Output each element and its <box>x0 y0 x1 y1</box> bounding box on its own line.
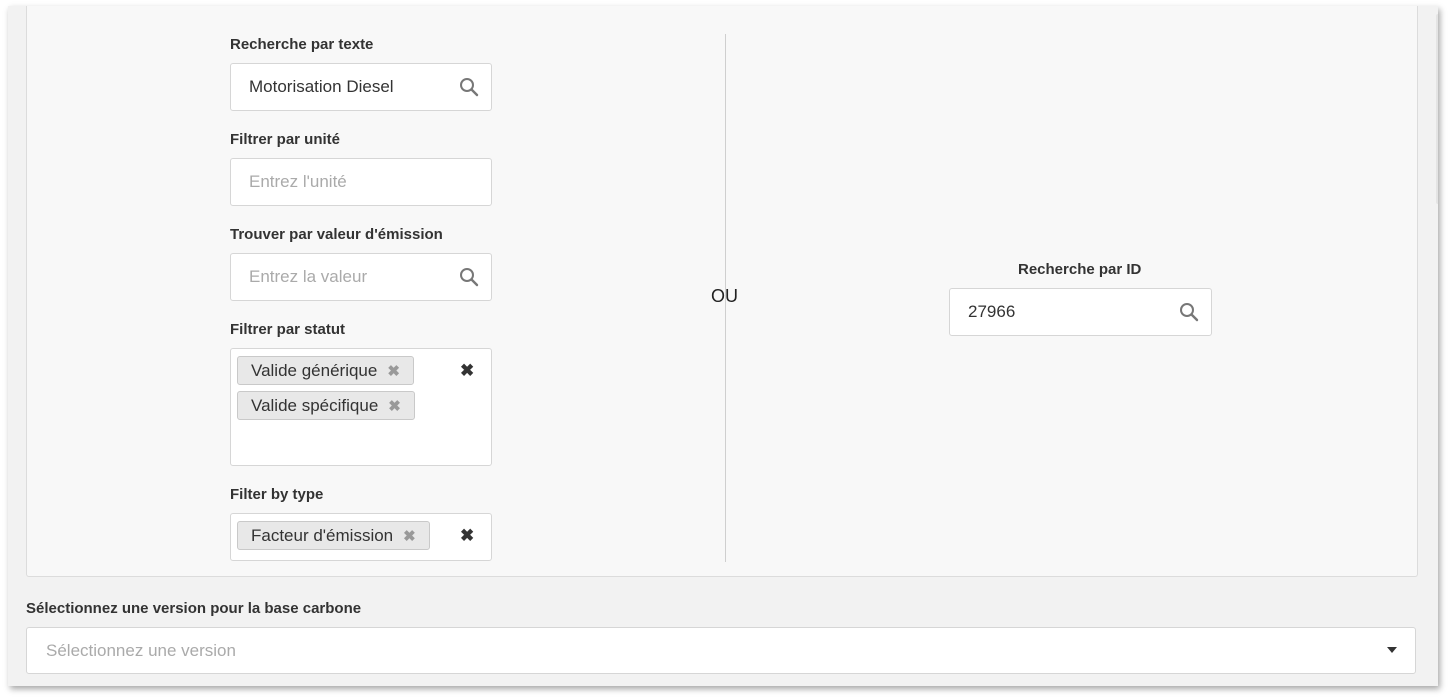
page-sheet: Recherche par texte Motorisation Diesel … <box>8 6 1438 686</box>
or-separator: OU <box>711 286 738 306</box>
text-search-value: Motorisation Diesel <box>249 77 394 96</box>
status-filter-label: Filtrer par statut <box>230 321 346 338</box>
remove-chip-icon[interactable]: ✖ <box>403 523 417 550</box>
unit-filter-placeholder: Entrez l'unité <box>249 172 347 191</box>
text-search-label: Recherche par texte <box>230 36 374 53</box>
version-select[interactable]: Sélectionnez une version <box>26 627 1416 674</box>
type-multiselect[interactable]: Facteur d'émission ✖ ✖ <box>230 513 492 561</box>
clear-icon[interactable]: ✖ <box>460 526 474 546</box>
status-chip-label: Valide générique <box>251 361 378 380</box>
remove-chip-icon[interactable]: ✖ <box>387 358 401 385</box>
type-chip-label: Facteur d'émission <box>251 526 394 545</box>
version-placeholder: Sélectionnez une version <box>46 641 236 660</box>
unit-filter-input[interactable]: Entrez l'unité <box>230 158 492 206</box>
status-chip-label: Valide spécifique <box>251 396 379 415</box>
caret-down-icon[interactable] <box>1387 647 1397 653</box>
search-panel: Recherche par texte Motorisation Diesel … <box>26 6 1418 577</box>
status-chip: Valide générique ✖ <box>237 356 415 385</box>
search-icon[interactable] <box>459 77 479 97</box>
scrollbar-thumb[interactable] <box>1436 14 1438 204</box>
type-chip: Facteur d'émission ✖ <box>237 521 431 550</box>
status-multiselect[interactable]: Valide générique ✖ Valide spécifique ✖ ✖ <box>230 348 492 466</box>
id-search-value: 27966 <box>968 302 1016 321</box>
text-search-input[interactable]: Motorisation Diesel <box>230 63 492 111</box>
unit-filter-label: Filtrer par unité <box>230 131 341 148</box>
id-search-label: Recherche par ID <box>1018 261 1142 278</box>
emission-value-input[interactable]: Entrez la valeur <box>230 253 492 301</box>
search-icon[interactable] <box>459 267 479 287</box>
remove-chip-icon[interactable]: ✖ <box>388 393 402 420</box>
emission-value-placeholder: Entrez la valeur <box>249 267 368 286</box>
type-filter-label: Filter by type <box>230 486 324 503</box>
clear-icon[interactable]: ✖ <box>460 361 474 381</box>
version-label: Sélectionnez une version pour la base ca… <box>26 600 362 617</box>
id-search-input[interactable]: 27966 <box>949 288 1212 336</box>
search-icon[interactable] <box>1179 302 1199 322</box>
status-chip: Valide spécifique ✖ <box>237 391 416 420</box>
emission-value-label: Trouver par valeur d'émission <box>230 226 443 243</box>
